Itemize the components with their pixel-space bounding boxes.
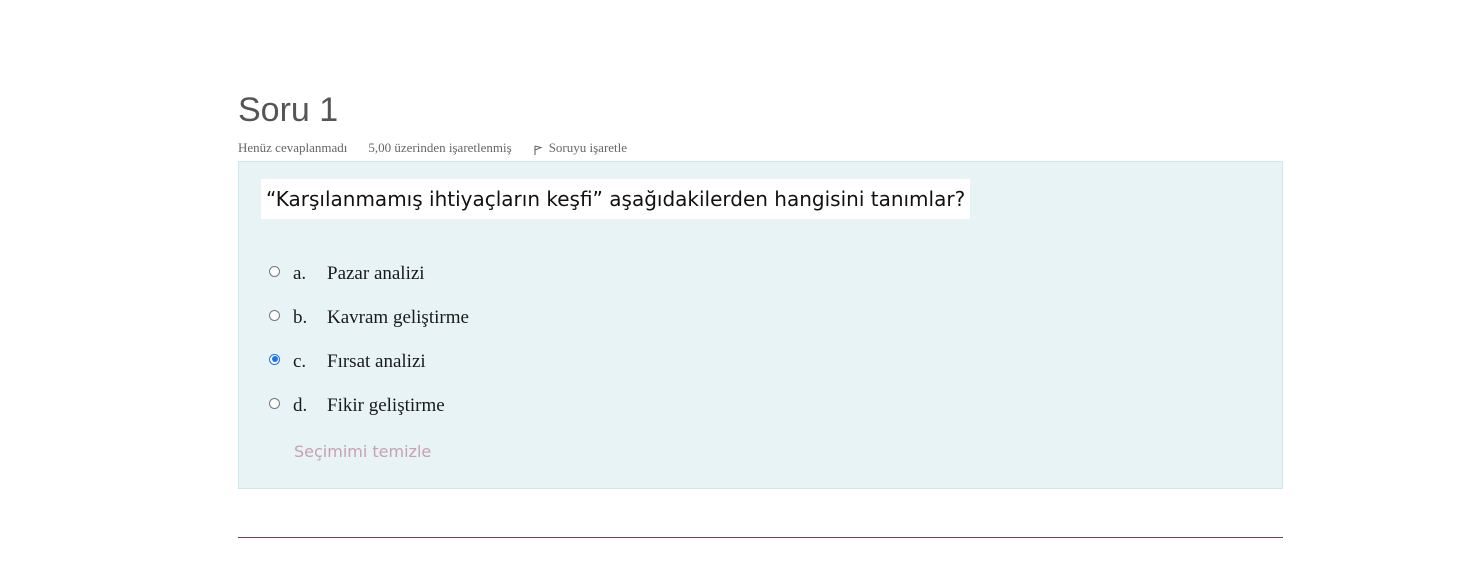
flag-question-label: Soruyu işaretle <box>548 140 628 155</box>
clear-choice-link[interactable]: Seçimimi temizle <box>294 442 431 461</box>
question-info-bar: Henüz cevaplanmadı 5,00 üzerinden işaret… <box>238 139 627 157</box>
answer-number: d. <box>293 395 308 416</box>
answer-label: Fikir geliştirme <box>327 395 445 416</box>
radio-button[interactable] <box>269 353 280 365</box>
answer-number: a. <box>293 263 307 284</box>
question-grade: 5,00 üzerinden işaretlenmiş <box>368 140 512 155</box>
answer-label: Fırsat analizi <box>327 351 426 372</box>
question-panel: “Karşılanmamış ihtiyaçların keşfi” aşağı… <box>238 161 1283 489</box>
answer-option-c[interactable]: c. Fırsat analizi <box>269 347 426 377</box>
answer-number: c. <box>293 351 307 372</box>
question-state: Henüz cevaplanmadı <box>238 140 348 155</box>
flag-question-link[interactable]: Soruyu işaretle <box>532 140 627 156</box>
answer-label: Pazar analizi <box>327 263 425 284</box>
answer-option-b[interactable]: b. Kavram geliştirme <box>269 303 469 333</box>
question-title: Soru 1 <box>238 91 339 129</box>
answer-option-d[interactable]: d. Fikir geliştirme <box>269 391 445 421</box>
flag-icon <box>532 144 544 156</box>
radio-button[interactable] <box>269 397 280 409</box>
question-text: “Karşılanmamış ihtiyaçların keşfi” aşağı… <box>261 179 971 219</box>
answer-number: b. <box>293 307 308 328</box>
radio-button[interactable] <box>269 265 280 277</box>
divider <box>238 537 1283 538</box>
radio-button[interactable] <box>269 309 280 321</box>
answer-option-a[interactable]: a. Pazar analizi <box>269 259 425 289</box>
answer-label: Kavram geliştirme <box>327 307 469 328</box>
